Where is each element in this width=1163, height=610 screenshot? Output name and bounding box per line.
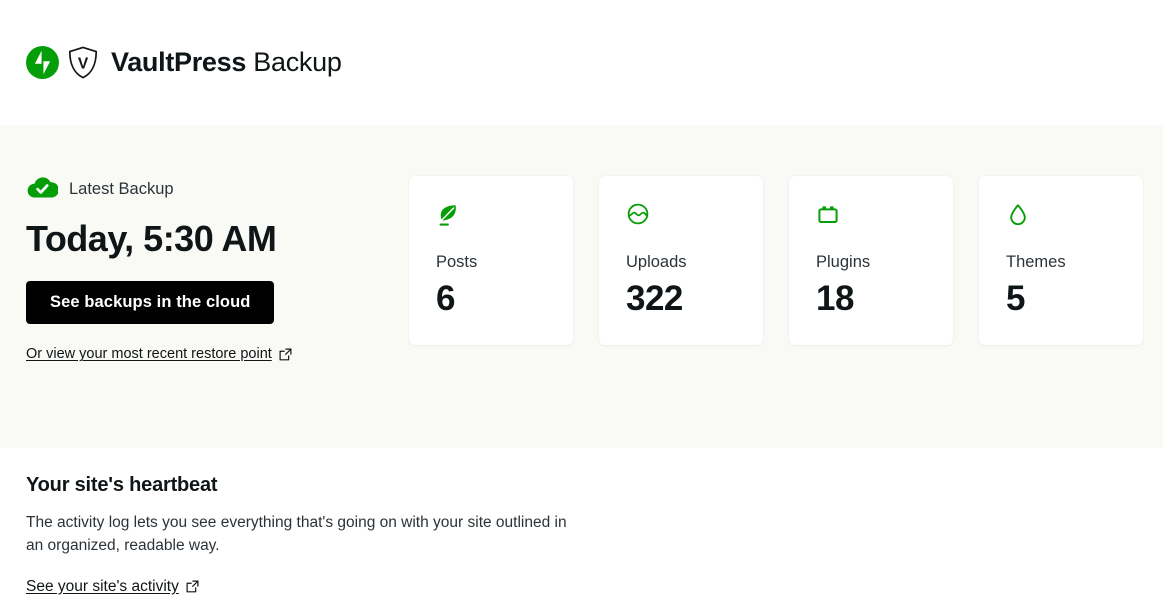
stat-value: 18 xyxy=(816,278,854,318)
plug-icon xyxy=(816,202,953,230)
stat-card-plugins: Plugins 18 xyxy=(789,176,953,345)
cloud-check-icon xyxy=(26,175,59,204)
stat-card-uploads: Uploads 322 xyxy=(599,176,763,345)
stat-card-posts: Posts 6 xyxy=(409,176,573,345)
stat-value: 322 xyxy=(626,278,683,318)
latest-backup-status: Latest Backup xyxy=(26,176,386,202)
vaultpress-shield-icon: V xyxy=(68,46,98,79)
stat-label: Themes xyxy=(1006,253,1066,271)
stat-label: Uploads xyxy=(626,253,687,271)
jetpack-logo-icon xyxy=(26,46,59,79)
leaf-quill-icon xyxy=(436,202,573,230)
backup-stats-cards: Posts 6 Uploads 322 Plugins 18 Themes 5 xyxy=(409,176,1143,345)
view-recent-restore-point-link[interactable]: Or view your most recent restore point xyxy=(26,346,292,362)
logo-product-name: VaultPress xyxy=(111,47,247,77)
logo-wordmark: VaultPress Backup xyxy=(111,49,342,76)
backup-hero-section: Latest Backup Today, 5:30 AM See backups… xyxy=(0,125,1163,448)
stat-value: 6 xyxy=(436,278,455,318)
media-circle-icon xyxy=(626,202,763,230)
svg-text:V: V xyxy=(78,56,89,73)
vaultpress-backup-logo[interactable]: V VaultPress Backup xyxy=(26,46,342,79)
droplet-icon xyxy=(1006,202,1143,230)
heartbeat-description: The activity log lets you see everything… xyxy=(26,514,567,554)
see-backups-in-cloud-button[interactable]: See backups in the cloud xyxy=(26,281,275,325)
stat-label: Posts xyxy=(436,253,478,271)
latest-backup-time: Today, 5:30 AM xyxy=(26,218,277,259)
backup-summary: Latest Backup Today, 5:30 AM See backups… xyxy=(26,176,386,363)
site-heartbeat-section: Your site's heartbeat The activity log l… xyxy=(0,448,1163,596)
latest-backup-label: Latest Backup xyxy=(69,179,174,198)
logo-product-suffix-text: Backup xyxy=(253,47,342,77)
heartbeat-title: Your site's heartbeat xyxy=(26,474,218,496)
restore-link-label: Or view your most recent restore point xyxy=(26,346,272,363)
stat-card-themes: Themes 5 xyxy=(979,176,1143,345)
external-link-icon xyxy=(279,348,292,361)
stat-value: 5 xyxy=(1006,278,1025,318)
see-site-activity-link[interactable]: See your site's activity xyxy=(26,578,199,596)
external-link-icon xyxy=(186,580,199,593)
activity-link-label: See your site's activity xyxy=(26,577,179,595)
page-header: V VaultPress Backup xyxy=(0,0,1163,125)
stat-label: Plugins xyxy=(816,253,871,271)
